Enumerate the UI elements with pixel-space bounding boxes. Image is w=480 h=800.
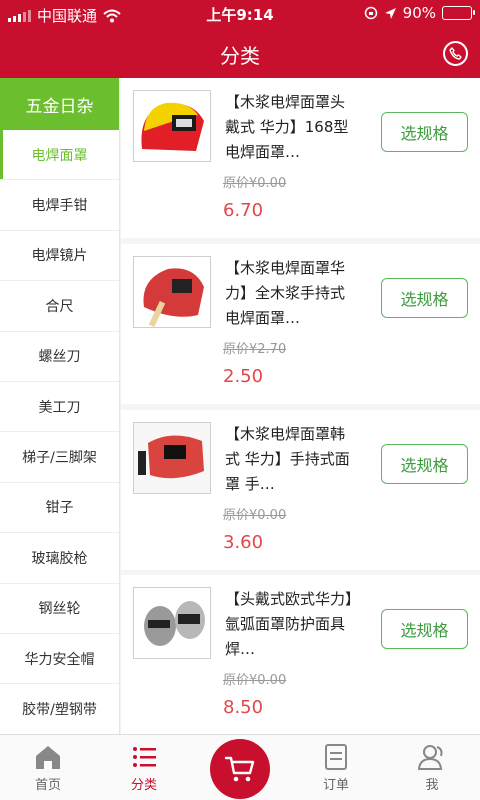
tab-orders[interactable]: 订单 xyxy=(296,735,376,800)
location-icon xyxy=(384,7,396,19)
nav-bar: 分类 xyxy=(0,28,480,78)
product-original-price: 原价¥0.00 xyxy=(223,176,287,191)
sidebar-items: 电焊面罩 电焊手钳 电焊镜片 合尺 螺丝刀 美工刀 梯子/三脚架 钳子 玻璃胶枪 钢丝轮 华力安全帽… xyxy=(0,130,119,734)
home-icon xyxy=(36,746,60,769)
product-price: 2.50 xyxy=(223,366,264,387)
product-name[interactable]: 【木浆电焊面罩华力】全木浆手持式电焊面罩… xyxy=(225,256,355,331)
product-original-price: 原价¥0.00 xyxy=(223,508,287,523)
tab-me-label: 我 xyxy=(425,778,439,793)
user-icon xyxy=(417,745,443,770)
cart-icon xyxy=(224,756,255,782)
phone-button[interactable] xyxy=(443,41,468,66)
sidebar-item[interactable]: 玻璃胶枪 xyxy=(0,533,119,584)
tab-orders-label: 订单 xyxy=(322,778,349,793)
product-image[interactable] xyxy=(133,422,211,494)
sidebar-item[interactable]: 华力安全帽 xyxy=(0,634,119,685)
sidebar-item[interactable]: 螺丝刀 xyxy=(0,332,119,382)
select-spec-button[interactable]: 选规格 xyxy=(381,278,468,318)
product-price: 6.70 xyxy=(223,200,264,221)
sidebar-item[interactable]: 电焊手钳 xyxy=(0,180,119,231)
tab-category-label: 分类 xyxy=(130,778,157,793)
product-card[interactable]: 【木浆电焊面罩华力】全木浆手持式电焊面罩… 原价¥2.70 2.50 选规格 xyxy=(121,244,480,404)
tab-category[interactable]: 分类 xyxy=(104,735,184,800)
cart-button[interactable] xyxy=(210,739,270,799)
status-right: 90% xyxy=(364,4,475,22)
order-icon xyxy=(325,744,347,770)
category-sidebar: 五金日杂 电焊面罩 电焊手钳 电焊镜片 合尺 螺丝刀 美工刀 梯子/三脚架 钳子 玻璃胶枪 钢丝轮… xyxy=(0,78,120,734)
product-name[interactable]: 【木浆电焊面罩韩式 华力】手持式面罩 手… xyxy=(225,422,355,497)
select-spec-button[interactable]: 选规格 xyxy=(381,112,468,152)
phone-icon xyxy=(449,47,462,60)
sidebar-item[interactable]: 梯子/三脚架 xyxy=(0,432,119,483)
product-original-price: 原价¥0.00 xyxy=(223,673,287,688)
product-price: 3.60 xyxy=(223,532,264,553)
product-image[interactable] xyxy=(133,587,211,659)
orientation-lock-icon xyxy=(364,6,377,20)
sidebar-item[interactable]: 胶带/塑钢带 xyxy=(0,684,119,734)
product-price: 8.50 xyxy=(223,697,264,718)
sidebar-category-title[interactable]: 五金日杂 xyxy=(0,78,119,130)
tab-me[interactable]: 我 xyxy=(392,735,472,800)
tab-home-label: 首页 xyxy=(34,778,61,793)
sidebar-item[interactable]: 合尺 xyxy=(0,281,119,332)
select-spec-button[interactable]: 选规格 xyxy=(381,444,468,484)
sidebar-item[interactable]: 美工刀 xyxy=(0,382,119,433)
product-list: 【木浆电焊面罩头戴式 华力】168型电焊面罩… 原价¥0.00 6.70 选规格 【木浆… xyxy=(121,78,480,734)
product-card[interactable]: 【木浆电焊面罩头戴式 华力】168型电焊面罩… 原价¥0.00 6.70 选规格 xyxy=(121,78,480,238)
tab-bar: 首页 分类 订单 我 xyxy=(0,734,480,800)
sidebar-item[interactable]: 电焊面罩 xyxy=(0,130,119,181)
product-card[interactable]: 【头戴式欧式华力】氩弧面罩防护面具 焊… 原价¥0.00 8.50 选规格 xyxy=(121,575,480,734)
product-card[interactable]: 【木浆电焊面罩韩式 华力】手持式面罩 手… 原价¥0.00 3.60 选规格 xyxy=(121,410,480,570)
product-image[interactable] xyxy=(133,90,211,162)
select-spec-button[interactable]: 选规格 xyxy=(381,609,468,649)
product-image[interactable] xyxy=(133,256,211,328)
sidebar-item[interactable]: 钳子 xyxy=(0,483,119,534)
status-bar: 中国联通 上午9:14 90% xyxy=(0,0,480,28)
product-name[interactable]: 【头戴式欧式华力】氩弧面罩防护面具 焊… xyxy=(225,587,355,662)
tab-home[interactable]: 首页 xyxy=(8,735,88,800)
product-original-price: 原价¥2.70 xyxy=(223,342,287,357)
page-title: 分类 xyxy=(220,44,260,68)
battery-percent: 90% xyxy=(402,4,436,22)
sidebar-item[interactable]: 钢丝轮 xyxy=(0,584,119,634)
battery-icon xyxy=(442,6,475,20)
product-name[interactable]: 【木浆电焊面罩头戴式 华力】168型电焊面罩… xyxy=(225,90,355,165)
list-icon xyxy=(133,747,156,767)
sidebar-item[interactable]: 电焊镜片 xyxy=(0,231,119,282)
